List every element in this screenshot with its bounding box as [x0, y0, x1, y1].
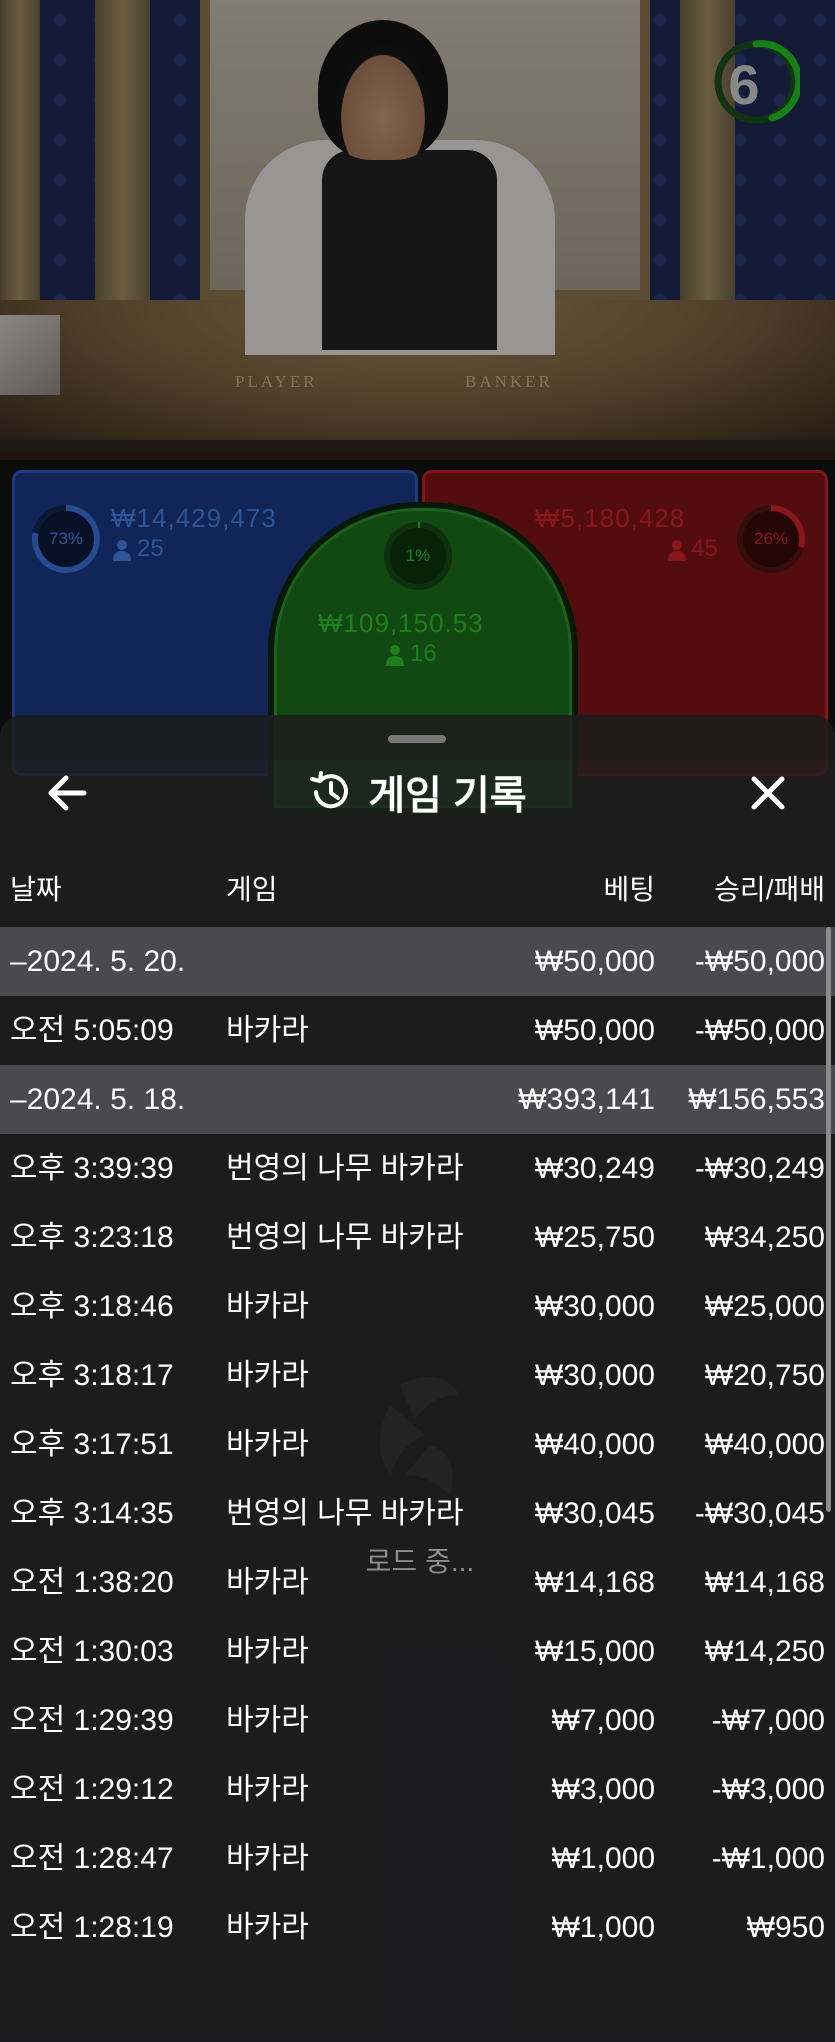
row-win-loss: -₩50,000 — [694, 945, 825, 978]
row-game: 바카라 — [226, 1566, 309, 1599]
row-game: 바카라 — [226, 1428, 309, 1461]
row-win-loss: ₩25,000 — [704, 1290, 825, 1323]
history-icon — [310, 771, 349, 809]
row-win-loss: ₩20,750 — [704, 1359, 825, 1392]
history-row[interactable]: 오전 1:28:19 바카라 ₩1,000 ₩950 — [0, 1893, 835, 1962]
row-bet: ₩30,000 — [534, 1290, 655, 1323]
row-game: 번영의 나무 바카라 — [226, 1221, 464, 1254]
row-date: 오전 1:38:20 — [10, 1566, 174, 1599]
row-win-loss: -₩30,045 — [694, 1497, 825, 1530]
live-video: PLAYER BANKER 6 — [0, 0, 835, 470]
row-date: –2024. 5. 18. — [10, 1083, 186, 1116]
loading-text: 로드 중... — [365, 1546, 475, 1577]
row-date: 오후 3:14:35 — [10, 1497, 174, 1530]
row-date: 오전 1:29:39 — [10, 1704, 174, 1737]
sheet-header: 게임 기록 — [0, 763, 835, 823]
row-game: 바카라 — [226, 1842, 309, 1875]
row-game: 바카라 — [226, 1635, 309, 1668]
row-bet: ₩25,750 — [534, 1221, 655, 1254]
column-header-win-loss: 승리/패배 — [714, 874, 825, 905]
row-win-loss: ₩40,000 — [704, 1428, 825, 1461]
row-bet: ₩30,000 — [534, 1359, 655, 1392]
history-row[interactable]: 오전 5:05:09 바카라 ₩50,000 -₩50,000 — [0, 996, 835, 1065]
row-date: 오전 1:28:19 — [10, 1911, 174, 1944]
history-row[interactable]: 오전 1:30:03 바카라 ₩15,000 ₩14,250 — [0, 1617, 835, 1686]
row-date: 오전 1:29:12 — [10, 1773, 174, 1806]
column-header-date: 날짜 — [10, 874, 62, 905]
row-date: 오후 3:39:39 — [10, 1152, 174, 1185]
row-win-loss: ₩14,168 — [704, 1566, 825, 1599]
scrollbar[interactable] — [826, 927, 831, 1512]
column-header-bet: 베팅 — [603, 874, 655, 905]
row-bet: ₩50,000 — [534, 1014, 655, 1047]
row-win-loss: ₩34,250 — [704, 1221, 825, 1254]
row-game: 번영의 나무 바카라 — [226, 1152, 464, 1185]
row-date: 오후 3:18:17 — [10, 1359, 174, 1392]
row-bet: ₩50,000 — [534, 945, 655, 978]
row-game: 바카라 — [226, 1290, 309, 1323]
row-win-loss: ₩950 — [746, 1911, 825, 1944]
sheet-grabber[interactable] — [388, 735, 446, 743]
history-row[interactable]: 오후 3:39:39 번영의 나무 바카라 ₩30,249 -₩30,249 — [0, 1134, 835, 1203]
row-date: 오후 3:23:18 — [10, 1221, 174, 1254]
row-bet: ₩393,141 — [518, 1083, 655, 1116]
row-win-loss: -₩50,000 — [694, 1014, 825, 1047]
row-bet: ₩7,000 — [551, 1704, 655, 1737]
row-bet: ₩14,168 — [534, 1566, 655, 1599]
sheet-title: 게임 기록 — [368, 774, 527, 818]
history-row[interactable]: 오후 3:18:17 바카라 ₩30,000 ₩20,750 — [0, 1341, 835, 1410]
row-win-loss: -₩30,249 — [694, 1152, 825, 1185]
history-row[interactable]: 오후 3:18:46 바카라 ₩30,000 ₩25,000 — [0, 1272, 835, 1341]
close-icon[interactable] — [740, 765, 796, 821]
row-bet: ₩1,000 — [551, 1842, 655, 1875]
row-date: 오전 1:30:03 — [10, 1635, 174, 1668]
history-row[interactable]: 오전 1:29:12 바카라 ₩3,000 -₩3,000 — [0, 1755, 835, 1824]
history-list: –2024. 5. 20. ₩50,000 -₩50,000 오전 5:05:09 바카… — [0, 927, 835, 1962]
history-row[interactable]: 오전 1:28:47 바카라 ₩1,000 -₩1,000 — [0, 1824, 835, 1893]
row-bet: ₩15,000 — [534, 1635, 655, 1668]
row-win-loss: -₩1,000 — [711, 1842, 825, 1875]
date-group-row[interactable]: –2024. 5. 20. ₩50,000 -₩50,000 — [0, 927, 835, 996]
row-bet: ₩40,000 — [534, 1428, 655, 1461]
date-group-row[interactable]: –2024. 5. 18. ₩393,141 ₩156,553 — [0, 1065, 835, 1134]
history-row[interactable]: 오전 1:29:39 바카라 ₩7,000 -₩7,000 — [0, 1686, 835, 1755]
row-game: 바카라 — [226, 1911, 309, 1944]
row-game: 바카라 — [226, 1359, 309, 1392]
row-date: 오전 5:05:09 — [10, 1014, 174, 1047]
history-row[interactable]: 오후 3:23:18 번영의 나무 바카라 ₩25,750 ₩34,250 — [0, 1203, 835, 1272]
row-game: 번영의 나무 바카라 — [226, 1497, 464, 1530]
row-win-loss: -₩3,000 — [711, 1773, 825, 1806]
row-bet: ₩30,045 — [534, 1497, 655, 1530]
row-bet: ₩30,249 — [534, 1152, 655, 1185]
row-game: 바카라 — [226, 1704, 309, 1737]
column-header-game: 게임 — [226, 874, 278, 905]
row-game: 바카라 — [226, 1014, 309, 1047]
row-game: 바카라 — [226, 1773, 309, 1806]
row-date: 오후 3:17:51 — [10, 1428, 174, 1461]
row-win-loss: ₩156,553 — [688, 1083, 825, 1116]
row-bet: ₩1,000 — [551, 1911, 655, 1944]
game-history-sheet: 게임 기록 날짜 게임 베팅 승리/패배 –2024. 5. 20. ₩50,00… — [0, 715, 835, 2042]
history-row[interactable]: 오후 3:17:51 바카라 ₩40,000 ₩40,000 — [0, 1410, 835, 1479]
row-date: 오후 3:18:46 — [10, 1290, 174, 1323]
row-bet: ₩3,000 — [551, 1773, 655, 1806]
history-row[interactable]: 오후 3:14:35 번영의 나무 바카라 ₩30,045 -₩30,045 — [0, 1479, 835, 1548]
row-date: 오전 1:28:47 — [10, 1842, 174, 1875]
row-date: –2024. 5. 20. — [10, 945, 186, 978]
row-win-loss: -₩7,000 — [711, 1704, 825, 1737]
row-win-loss: ₩14,250 — [704, 1635, 825, 1668]
